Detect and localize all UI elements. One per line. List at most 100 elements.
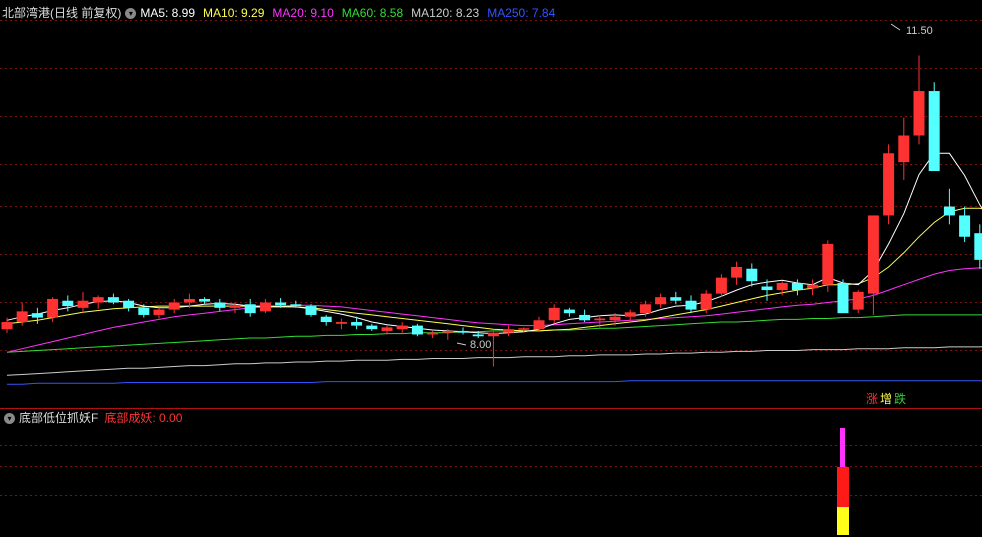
candle-body-up [624,312,636,317]
high-marker-line [890,23,901,31]
candle-body-up [259,302,271,312]
candle [123,298,135,312]
candle-body-down [761,286,773,291]
candle-body-down [579,314,591,321]
candle-body-down [411,325,423,335]
candle [92,295,104,309]
indicator-bar-magenta [840,428,845,467]
candle [959,206,971,243]
high-price-label: 11.50 [906,25,933,37]
candle-body-up [898,135,910,163]
candle-body-down [685,300,697,310]
color-legend: 涨 增 跌 [866,392,906,406]
candle-body-up [548,307,560,321]
candle [335,318,347,330]
candle [77,291,89,314]
candle [563,307,575,317]
candle-body-up [503,329,515,333]
candle-body-up [776,282,788,291]
candle-body-up [594,318,606,321]
candle [852,290,864,314]
ma-label-5: MA250: 7.84 [487,6,556,20]
chevron-down-icon[interactable]: ▾ [125,7,137,19]
candle-body-up [655,297,667,305]
candle [411,323,423,337]
candle-body-down [123,300,135,308]
moving-average-lines [6,152,982,385]
ma250-line [7,380,982,385]
candle [974,224,982,269]
candle-body-down [320,316,332,323]
candle-body-up [229,305,241,308]
candle-body-up [822,243,834,285]
indicator-name[interactable]: 底部低位抓妖F [19,409,98,427]
ma-label-2: MA20: 9.10 [272,6,334,20]
candle-body-down [138,307,150,315]
indicator-value: 底部成妖: 0.00 [104,411,183,425]
candle-body-up [153,309,165,315]
candle-body-down [974,233,982,260]
candle [928,82,940,172]
candle-body-up [867,215,879,294]
indicator-bar-stack [837,428,849,535]
candle-body-down [199,298,211,302]
candle-body-down [472,334,484,337]
candle-body-up [442,330,454,333]
indicator-bar-red [837,467,849,507]
candle [153,307,165,319]
candle-body-down [366,325,378,330]
candle-body-up [533,320,545,330]
candle-body-down [351,322,363,326]
candle [867,215,879,315]
candle-body-up [807,284,819,289]
candle [685,295,697,314]
candle [503,325,515,337]
indicator-bar-yellow [837,507,849,535]
candle-body-down [31,313,43,318]
ma10-line [6,207,982,332]
candle-body-up [168,302,180,310]
legend-increase: 增 [880,392,893,406]
ma-label-1: MA10: 9.29 [203,6,265,20]
candle-body-down [943,206,955,216]
candle-body-up [381,327,393,331]
ma-value-labels: MA5: 8.99 MA10: 9.29 MA20: 9.10 MA60: 8.58 M… [140,4,563,22]
candle-body-down [290,304,302,307]
candle-body-up [16,311,28,323]
candle [655,293,667,308]
candle [199,297,211,305]
candle-body-down [305,306,317,315]
candle-body-up [715,277,727,294]
stock-title[interactable]: 北部湾港(日线 前复权) [2,4,121,22]
main-chart-header: 北部湾港(日线 前复权) ▾ MA5: 8.99 MA10: 9.29 MA20: … [0,4,563,22]
candle [244,298,256,317]
candle [700,290,712,314]
candle [579,309,591,323]
ma-label-4: MA120: 8.23 [411,6,480,20]
candle [305,304,317,317]
candle-body-down [928,91,940,172]
candle-body-up [639,304,651,314]
candle [837,279,849,314]
candle-body-up [77,300,89,308]
candle [533,316,545,331]
ma-label-0: MA5: 8.99 [140,6,196,20]
ma-label-3: MA60: 8.58 [341,6,404,20]
indicator-header: ▾ 底部低位抓妖F 底部成妖: 0.00 [0,409,182,427]
candle [366,323,378,331]
candle [427,330,439,339]
candle [214,298,226,312]
candle-body-up [1,322,13,330]
candle [898,117,910,180]
candle-body-up [487,332,499,337]
candle [715,274,727,298]
candle-body-down [746,268,758,282]
candle-body-down [563,309,575,314]
low-price-label: 8.00 [470,339,491,351]
candle-body-up [609,316,621,321]
candle-body-down [837,282,849,314]
candle-body-up [883,153,895,216]
candle [548,304,560,324]
chevron-down-icon[interactable]: ▾ [4,412,15,424]
candle-body-down [670,297,682,301]
